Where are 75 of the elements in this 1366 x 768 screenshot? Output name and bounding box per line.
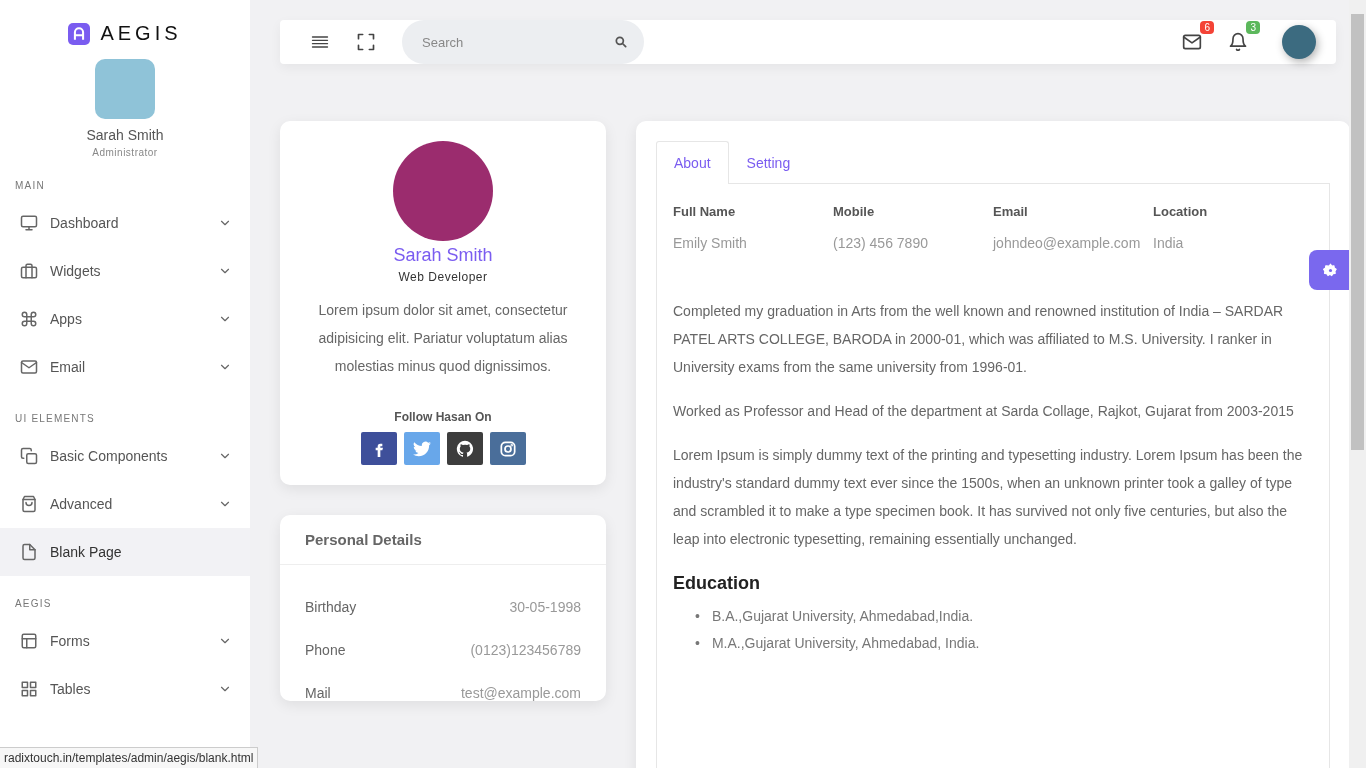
user-role: Administrator [92, 147, 158, 158]
field-value: India [1153, 234, 1185, 253]
fullscreen-button[interactable] [356, 32, 376, 52]
briefcase-icon [20, 262, 38, 280]
follow-label: Follow Hasan On [394, 410, 492, 424]
count-badge: 6 [1200, 21, 1214, 34]
bullet: • [695, 608, 700, 625]
github-icon [455, 439, 474, 458]
instagram-icon [499, 440, 516, 457]
tab[interactable]: About [656, 141, 729, 184]
settings-icon [1323, 262, 1338, 278]
fullscreen-icon [356, 32, 376, 52]
detail-value: 30-05-1998 [509, 599, 581, 615]
count-badge: 3 [1246, 21, 1260, 34]
field-label: Email [993, 204, 1029, 219]
detail-value: (0123)123456789 [470, 642, 581, 658]
social-button[interactable] [360, 432, 397, 465]
detail-label: Birthday [305, 599, 357, 615]
social-button[interactable] [446, 432, 483, 465]
photo-placeholder [95, 59, 155, 119]
mail-icon [1182, 32, 1202, 52]
field-label: Full Name [673, 204, 737, 219]
logo-icon [68, 22, 91, 45]
profile-name: Sarah Smith [393, 245, 493, 266]
grid-icon [20, 680, 38, 698]
file-icon [20, 543, 38, 561]
sidebar-item[interactable]: Blank Page [0, 528, 250, 576]
sidebar-item[interactable]: Email [0, 343, 250, 391]
sidebar-item[interactable]: Basic Components [0, 432, 250, 480]
profile-bio: Lorem ipsum dolor sit amet, consectetur adipisicing elit. Pariatur voluptatum alias molestias minus quod dignissimos. [317, 301, 569, 376]
shopping-bag-icon [20, 495, 38, 513]
section-heading: Education [673, 573, 761, 594]
field-value: Emily Smith [673, 234, 748, 253]
brand-name: AEGIS [100, 22, 182, 45]
settings-button[interactable] [1309, 250, 1349, 290]
sidebar-item[interactable]: Dashboard [0, 199, 250, 247]
copy-icon [20, 447, 38, 465]
sidebar-item[interactable]: Advanced [0, 480, 250, 528]
mail-icon [20, 358, 38, 376]
bell-icon [1228, 32, 1248, 52]
monitor-icon [20, 214, 38, 232]
layout-icon [20, 632, 38, 650]
tab[interactable]: Setting [728, 141, 809, 184]
detail-label: Phone [305, 642, 346, 658]
mail-button[interactable] [1182, 32, 1202, 52]
field-label: Mobile [833, 204, 876, 219]
section-title: AEGIS [14, 598, 53, 609]
paragraph: Worked as Professor and Head of the department at Sarda Collage, Rajkot, Gujarat from 2003-2015 [673, 402, 1295, 421]
avatar[interactable] [1282, 25, 1316, 59]
list-item: M.A.,Gujarat University, Ahmedabad, India. [711, 635, 980, 652]
search-field[interactable]: Search [402, 20, 644, 64]
sidebar-item[interactable]: Tables [0, 665, 250, 713]
field-label: Location [1153, 204, 1209, 219]
detail-value: test@example.com [460, 685, 581, 701]
detail-label: Mail [305, 685, 331, 701]
paragraph: Lorem Ipsum is simply dummy text of the printing and typesetting industry. Lorem Ipsum has been the industry's standard dummy text ever since the 1500s, when an unknown printer took a galley of type and scrambled it to make a type specimen book. It has survived not only five centuries, but also the leap into electronic typesetting, remaining essentially unchanged. [673, 446, 1304, 549]
sidebar-item[interactable]: Forms [0, 617, 250, 665]
card-title: Personal Details [280, 515, 606, 565]
command-icon [20, 310, 38, 328]
bullet: • [695, 635, 700, 652]
search-icon [614, 35, 628, 49]
social-button[interactable] [489, 432, 526, 465]
profile-title: Web Developer [398, 270, 488, 284]
sidebar-item[interactable]: Widgets [0, 247, 250, 295]
field-value: (123) 456 7890 [833, 234, 929, 253]
field-value: johndeo@example.com [993, 234, 1142, 253]
notification-button[interactable] [1228, 32, 1248, 52]
status-url: radixtouch.in/templates/admin/aegis/blank.html [0, 747, 259, 768]
paragraph: Completed my graduation in Arts from the well known and renowned institution of India – SARDAR PATEL ARTS COLLEGE, BARODA in 2000-01, which was affiliated to M.S. University. I ranker in University exams from the same university from 1996-01. [673, 302, 1285, 377]
section-title: UI ELEMENTS [14, 413, 96, 424]
section-title: MAIN [14, 180, 46, 191]
sidebar-item[interactable]: Apps [0, 295, 250, 343]
user-name: Sarah Smith [86, 127, 164, 143]
list-item: B.A.,Gujarat University, Ahmedabad,India. [711, 608, 974, 625]
twitter-icon [412, 440, 431, 457]
